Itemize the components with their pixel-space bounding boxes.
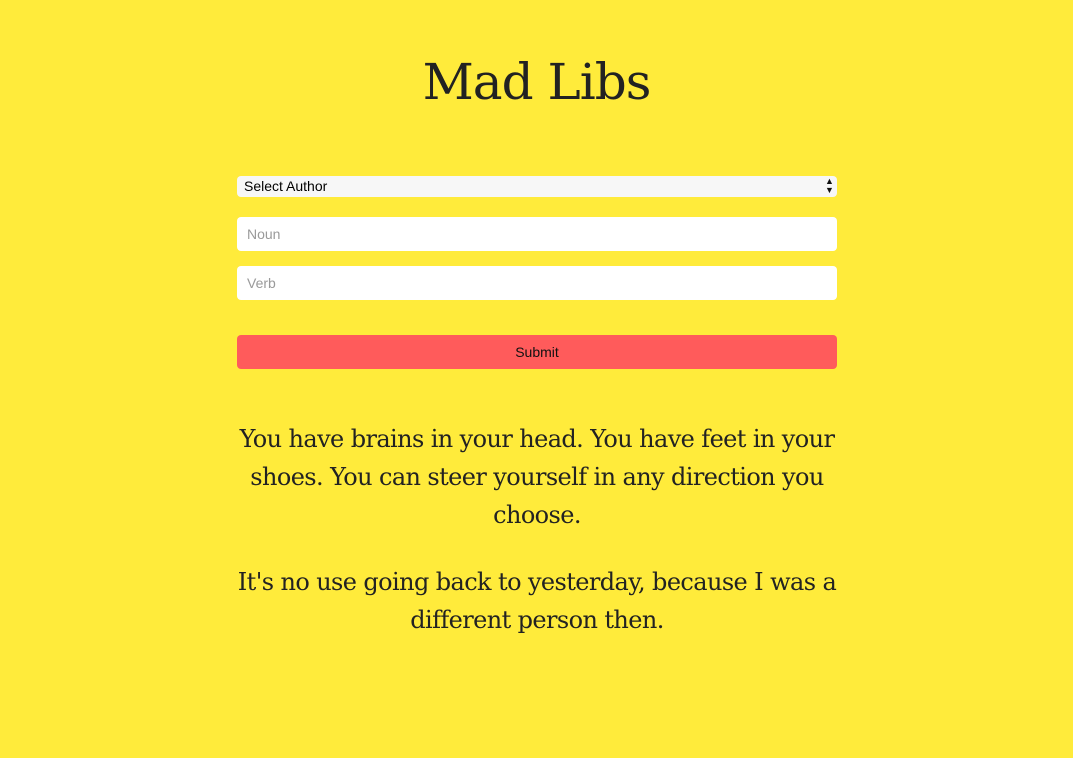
quote-output: You have brains in your head. You have f… bbox=[237, 420, 837, 639]
mad-libs-form: Select Author ▲▼ Submit bbox=[237, 176, 837, 369]
noun-input[interactable] bbox=[237, 217, 837, 251]
quote-text: You have brains in your head. You have f… bbox=[239, 425, 835, 529]
submit-button[interactable]: Submit bbox=[237, 335, 837, 369]
author-select-value: Select Author bbox=[244, 178, 328, 194]
up-down-arrows-icon: ▲ ▼ bbox=[825, 176, 834, 195]
page-title: Mad Libs bbox=[422, 53, 652, 111]
author-select[interactable]: Select Author ▲ ▼ bbox=[237, 176, 837, 197]
verb-input[interactable] bbox=[237, 266, 837, 300]
quote-text: It's no use going back to yesterday, bec… bbox=[237, 568, 837, 634]
